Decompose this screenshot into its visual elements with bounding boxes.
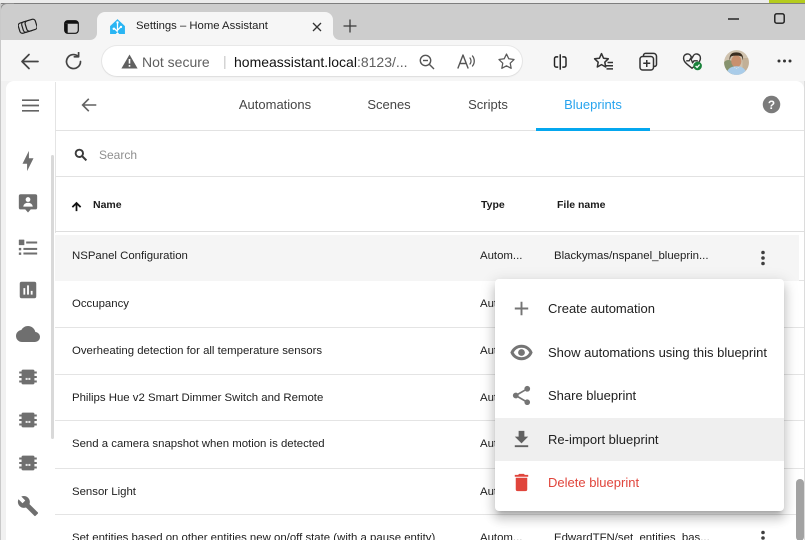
- svg-text:?: ?: [768, 98, 775, 112]
